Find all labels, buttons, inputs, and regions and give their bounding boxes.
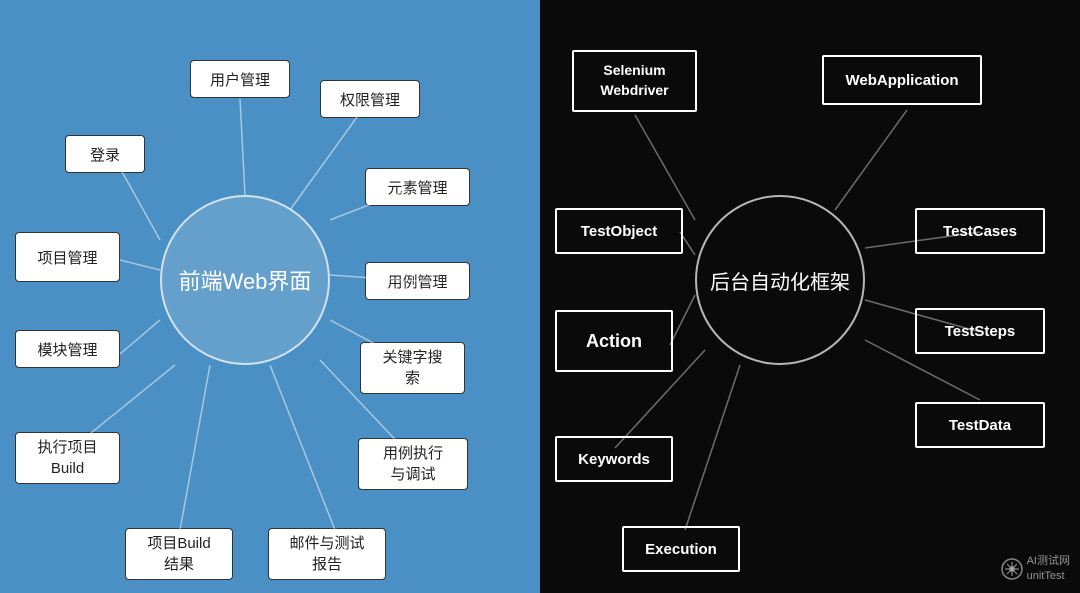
left-circle-label: 前端Web界面: [179, 264, 312, 296]
right-panel: 后台自动化框架 SeleniumWebdriver WebApplication…: [540, 0, 1080, 593]
left-center-circle: 前端Web界面: [160, 195, 330, 365]
right-circle-label: 后台自动化框架: [710, 266, 850, 295]
left-panel: 前端Web界面 用户管理 权限管理 登录 元素管理 项目管理 用例管理 模块管理…: [0, 0, 540, 593]
right-center-circle: 后台自动化框架: [695, 195, 865, 365]
